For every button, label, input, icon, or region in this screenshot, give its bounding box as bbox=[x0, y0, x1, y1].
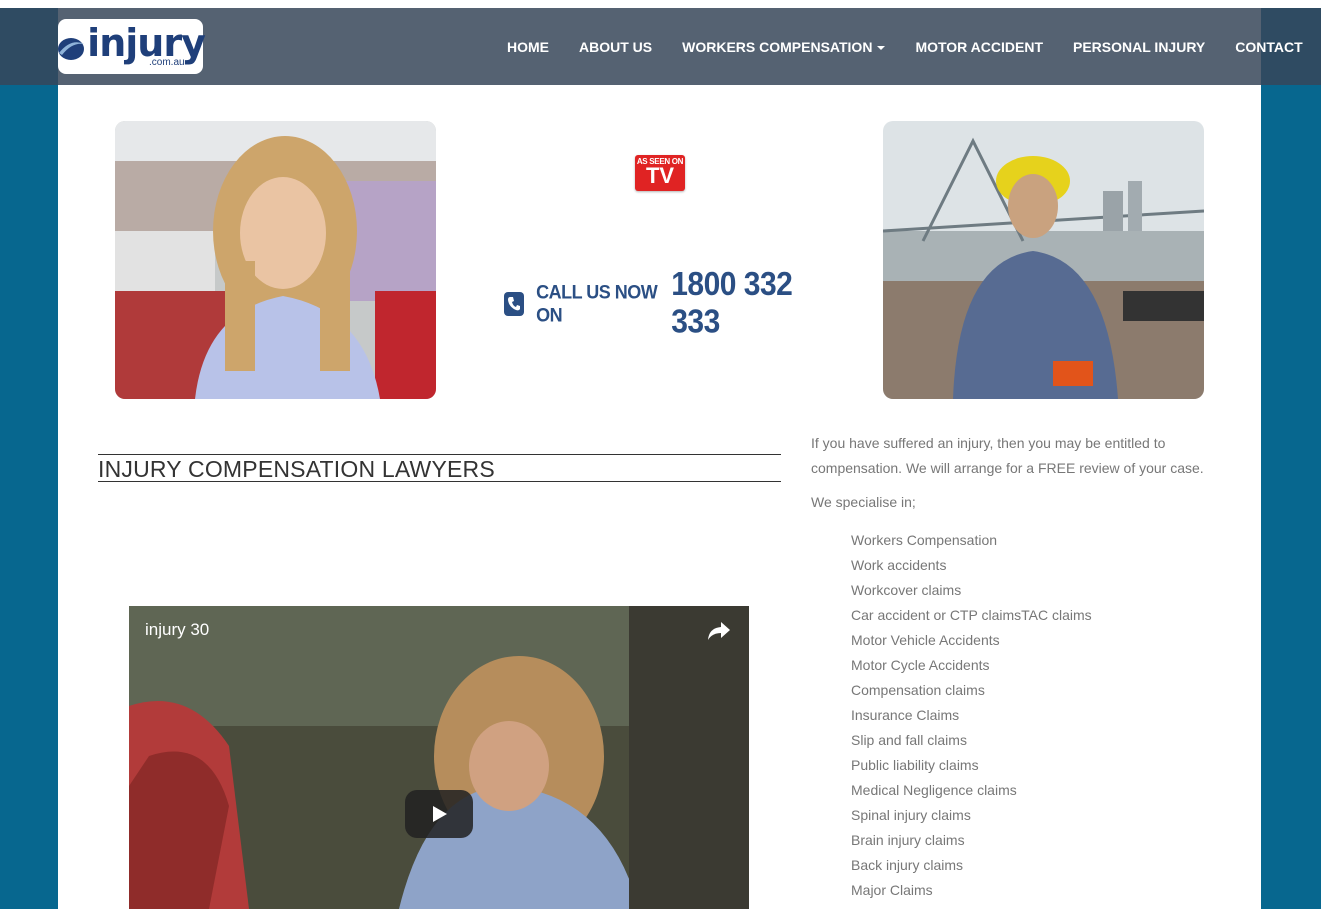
list-item: Workers Compensation bbox=[851, 532, 998, 548]
list-item: Insurance Claims bbox=[851, 707, 960, 723]
page-heading: INJURY COMPENSATION LAWYERS bbox=[98, 454, 781, 482]
nav-contact[interactable]: CONTACT bbox=[1220, 39, 1317, 55]
page-background-right bbox=[1261, 0, 1321, 909]
main-nav: HOME ABOUT US WORKERS COMPENSATION MOTOR… bbox=[492, 8, 1318, 85]
worker-photo bbox=[883, 121, 1204, 399]
nav-home[interactable]: HOME bbox=[492, 39, 564, 55]
list-item: Brain injury claims bbox=[851, 832, 965, 848]
call-number[interactable]: 1800 332 333 bbox=[671, 267, 820, 342]
list-item: Public liability claims bbox=[851, 757, 979, 773]
list-item: Motor Cycle Accidents bbox=[851, 657, 990, 673]
play-icon bbox=[433, 806, 447, 822]
phone-icon bbox=[504, 292, 525, 316]
list-item: Motor Vehicle Accidents bbox=[851, 632, 1000, 648]
main-content: AS SEEN ON TV CALL US NOW ON 1800 332 33… bbox=[58, 85, 1261, 909]
list-item: Work accidents bbox=[851, 557, 947, 573]
list-item: Compensation claims bbox=[851, 682, 985, 698]
logo-text: injury bbox=[87, 20, 206, 65]
nav-about-us[interactable]: ABOUT US bbox=[564, 39, 667, 55]
nav-motor-accident[interactable]: MOTOR ACCIDENT bbox=[900, 39, 1058, 55]
list-item: Medical Negligence claims bbox=[851, 782, 1017, 798]
nav-personal-injury[interactable]: PERSONAL INJURY bbox=[1058, 39, 1220, 55]
call-banner[interactable]: CALL US NOW ON 1800 332 333 bbox=[498, 267, 820, 340]
play-button[interactable] bbox=[405, 790, 473, 838]
page-heading-text: INJURY COMPENSATION LAWYERS bbox=[98, 456, 495, 482]
nav-workers-compensation[interactable]: WORKERS COMPENSATION bbox=[667, 39, 900, 55]
list-item: Car accident or CTP claimsTAC claims bbox=[851, 607, 1092, 623]
logo-swoosh-icon bbox=[56, 36, 86, 62]
share-icon[interactable] bbox=[707, 620, 731, 642]
list-item: Slip and fall claims bbox=[851, 732, 967, 748]
navbar: injury .com.au HOME ABOUT US WORKERS COM… bbox=[0, 8, 1321, 85]
specialise-label: We specialise in; bbox=[811, 494, 916, 510]
video-title[interactable]: injury 30 bbox=[145, 620, 209, 640]
caret-down-icon bbox=[877, 45, 886, 50]
list-item: Major Claims bbox=[851, 882, 933, 898]
nav-workers-compensation-label: WORKERS COMPENSATION bbox=[682, 38, 873, 55]
call-label: CALL US NOW ON bbox=[536, 280, 658, 326]
specialise-list: Workers Compensation Work accidents Work… bbox=[851, 528, 1092, 903]
intro-text: If you have suffered an injury, then you… bbox=[811, 435, 1204, 476]
list-item: Back injury claims bbox=[851, 857, 964, 873]
navbar-edge-left bbox=[0, 8, 58, 85]
list-item: Workcover claims bbox=[851, 582, 962, 598]
as-seen-on-tv-badge: AS SEEN ON TV bbox=[635, 155, 685, 191]
site-logo[interactable]: injury .com.au bbox=[56, 19, 206, 74]
page-background-left bbox=[0, 0, 58, 909]
woman-photo bbox=[115, 121, 436, 399]
list-item: Spinal injury claims bbox=[851, 807, 971, 823]
tv-badge-main: TV bbox=[645, 163, 675, 188]
logo-domain: .com.au bbox=[149, 57, 185, 68]
top-strip bbox=[0, 0, 1321, 8]
video-player[interactable]: injury 30 bbox=[129, 606, 749, 909]
